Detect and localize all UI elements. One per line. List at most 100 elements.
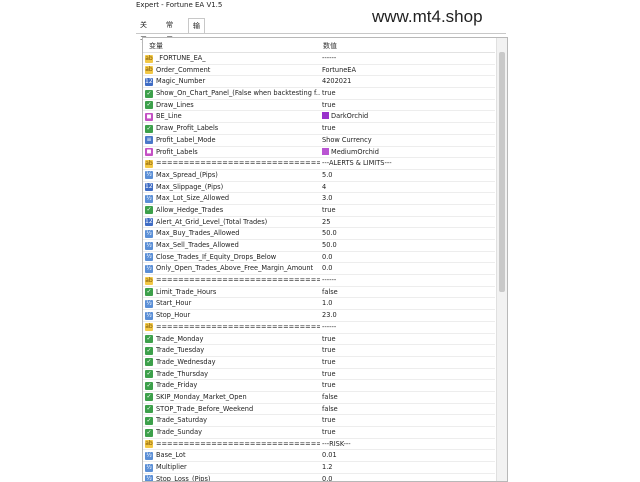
num-type-icon: ½ xyxy=(145,171,153,180)
table-row[interactable]: ✓ Show_On_Chart_Panel_(False when backtes… xyxy=(143,88,495,100)
tab-about[interactable]: 关于 xyxy=(136,18,151,44)
parameter-value[interactable]: true xyxy=(322,370,336,378)
parameter-value[interactable]: 0.0 xyxy=(322,264,333,272)
table-row[interactable]: ½ Max_Spread_(Pips) 5.0 xyxy=(143,170,495,182)
vertical-scrollbar[interactable] xyxy=(496,38,507,481)
parameter-value[interactable]: true xyxy=(322,358,336,366)
parameter-value[interactable]: 0.0 xyxy=(322,475,333,481)
parameter-name: Stop_Loss_(Pips) xyxy=(156,474,211,482)
tab-inputs[interactable]: 输入参数 xyxy=(188,18,205,75)
parameter-name: Trade_Saturday xyxy=(156,416,208,425)
watermark-text: www.mt4.shop xyxy=(372,7,483,26)
parameter-name: ================================== xyxy=(156,159,320,168)
parameter-value[interactable]: true xyxy=(322,124,336,132)
parameter-value[interactable]: 25 xyxy=(322,218,330,226)
table-row[interactable]: 123 Alert_At_Grid_Level_(Total Trades) 25 xyxy=(143,217,495,229)
table-row[interactable]: ½ Only_Open_Trades_Above_Free_Margin_Amou… xyxy=(143,263,495,276)
bool-type-icon: ✓ xyxy=(145,124,153,133)
parameter-value[interactable]: false xyxy=(322,288,338,296)
parameter-value[interactable]: true xyxy=(322,428,336,436)
parameter-value[interactable]: Show Currency xyxy=(322,136,372,144)
parameter-value[interactable]: 50.0 xyxy=(322,229,337,237)
table-row[interactable]: ab==================================----… xyxy=(143,322,495,334)
parameter-name: Alert_At_Grid_Level_(Total Trades) xyxy=(156,217,268,226)
table-row[interactable]: ½ Stop_Hour 23.0 xyxy=(143,310,495,322)
parameter-value[interactable]: 50.0 xyxy=(322,241,337,249)
table-row[interactable]: ½ Start_Hour 1.0 xyxy=(143,298,495,311)
parameter-value[interactable]: true xyxy=(322,206,336,214)
parameter-value[interactable]: true xyxy=(322,101,336,109)
table-row[interactable]: ✓ Trade_Friday true xyxy=(143,380,495,392)
table-row[interactable]: ½ Max_Lot_Size_Allowed 3.0 xyxy=(143,193,495,205)
parameter-name: ================================== xyxy=(156,276,320,285)
table-row[interactable]: 123 Max_Slippage_(Pips) 4 xyxy=(143,182,495,194)
parameter-value[interactable]: false xyxy=(322,405,338,413)
parameter-value[interactable]: true xyxy=(322,381,336,389)
table-row[interactable]: ✓ Draw_Profit_Labels true xyxy=(143,123,495,135)
parameter-value[interactable]: MediumOrchid xyxy=(322,147,379,156)
table-row[interactable]: ✓ Limit_Trade_Hours false xyxy=(143,287,495,299)
parameter-value[interactable]: 5.0 xyxy=(322,171,333,179)
table-row[interactable]: ✓ Trade_Monday true xyxy=(143,334,495,346)
table-row[interactable]: ✓ Trade_Wednesday true xyxy=(143,357,495,369)
parameter-value[interactable]: FortuneEA xyxy=(322,66,356,74)
table-row[interactable]: ½ Max_Sell_Trades_Allowed 50.0 xyxy=(143,240,495,252)
table-row[interactable]: ½ Stop_Loss_(Pips) 0.0 xyxy=(143,474,495,482)
parameter-value[interactable]: ------ xyxy=(322,54,336,62)
num-type-icon: ½ xyxy=(145,194,153,203)
parameter-name: _FORTUNE_EA_ xyxy=(156,54,206,62)
table-row[interactable]: ✓ Draw_Lines true xyxy=(143,100,495,112)
parameter-value[interactable]: true xyxy=(322,346,336,354)
table-row[interactable]: ✓ STOP_Trade_Before_Weekend false xyxy=(143,404,495,416)
table-row[interactable]: ½ Max_Buy_Trades_Allowed 50.0 xyxy=(143,228,495,240)
table-row[interactable]: ✓ Trade_Tuesday true xyxy=(143,345,495,357)
parameter-value[interactable]: true xyxy=(322,335,336,343)
table-row[interactable]: 123 Magic_Number 4202021 xyxy=(143,76,495,89)
color-name: DarkOrchid xyxy=(331,112,369,121)
parameter-value[interactable]: 3.0 xyxy=(322,194,333,202)
color-swatch xyxy=(322,112,329,120)
parameter-value[interactable]: DarkOrchid xyxy=(322,112,368,120)
parameter-value[interactable]: false xyxy=(322,393,338,401)
parameter-name: BE_Line xyxy=(156,112,182,121)
table-row[interactable]: ½ Multiplier 1.2 xyxy=(143,462,495,474)
table-row[interactable]: ✓ Trade_Sunday true xyxy=(143,427,495,439)
ab-type-icon: ab xyxy=(145,54,153,63)
parameter-value[interactable]: 1.2 xyxy=(322,463,333,471)
bool-type-icon: ✓ xyxy=(145,335,153,343)
parameter-value[interactable]: ---RISK--- xyxy=(322,440,351,448)
parameter-value[interactable]: 4202021 xyxy=(322,77,351,85)
table-row[interactable]: ab _FORTUNE_EA_ ------ xyxy=(143,53,495,65)
parameter-name: Max_Spread_(Pips) xyxy=(156,170,218,179)
parameter-value[interactable]: 23.0 xyxy=(322,311,337,319)
table-row[interactable]: ab==================================---A… xyxy=(143,158,495,170)
parameter-value[interactable]: ------ xyxy=(322,276,336,284)
tab-common[interactable]: 常用 xyxy=(162,18,177,44)
table-row[interactable]: ✓ Allow_Hedge_Trades true xyxy=(143,205,495,217)
parameter-value[interactable]: ---ALERTS & LIMITS--- xyxy=(322,159,392,167)
bool-type-icon: ✓ xyxy=(145,206,153,215)
table-row[interactable]: ≡ Profit_Label_Mode Show Currency xyxy=(143,135,495,147)
column-header-variable[interactable]: 变量 xyxy=(149,41,163,51)
table-row[interactable]: ab==================================---R… xyxy=(143,439,495,451)
table-row[interactable]: ab==================================----… xyxy=(143,275,495,287)
parameter-value[interactable]: true xyxy=(322,89,336,97)
table-row[interactable]: ½ Base_Lot 0.01 xyxy=(143,450,495,463)
column-header-value[interactable]: 数值 xyxy=(323,41,337,51)
bool-type-icon: ✓ xyxy=(145,288,153,297)
parameter-value[interactable]: 0.01 xyxy=(322,451,337,459)
enum-type-icon: ≡ xyxy=(145,136,153,145)
parameter-value[interactable]: true xyxy=(322,416,336,424)
parameter-value[interactable]: 4 xyxy=(322,183,326,191)
table-row[interactable]: ½ Close_Trades_If_Equity_Drops_Below 0.0 xyxy=(143,252,495,264)
table-row[interactable]: ◼ BE_Line DarkOrchid xyxy=(143,111,495,124)
table-row[interactable]: ◼ Profit_Labels MediumOrchid xyxy=(143,147,495,159)
parameter-value[interactable]: 0.0 xyxy=(322,253,333,261)
table-row[interactable]: ✓ SKIP_Monday_Market_Open false xyxy=(143,392,495,404)
table-row[interactable]: ✓ Trade_Saturday true xyxy=(143,415,495,427)
parameter-value[interactable]: 1.0 xyxy=(322,299,333,307)
parameter-value[interactable]: ------ xyxy=(322,323,336,331)
table-row[interactable]: ab Order_Comment FortuneEA xyxy=(143,65,495,77)
table-row[interactable]: ✓ Trade_Thursday true xyxy=(143,369,495,381)
scrollbar-thumb[interactable] xyxy=(499,52,505,292)
